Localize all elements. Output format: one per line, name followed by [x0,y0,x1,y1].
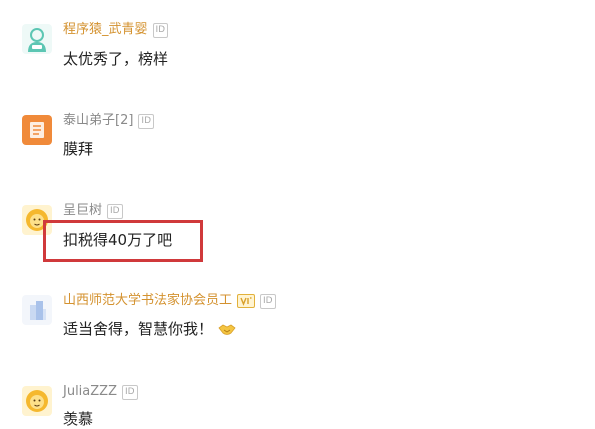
username[interactable]: 泰山弟子[2] [63,112,133,130]
comment-text: 羡慕 [63,410,94,428]
id-badge[interactable]: ID [107,203,123,219]
comment-text: 膜拜 [63,140,94,158]
comment-text-content: 适当舍得，智慧你我！ [63,320,214,338]
robot-icon [22,24,52,54]
username[interactable]: 呈巨树 [63,202,102,220]
id-badge[interactable]: ID [260,293,276,309]
avatar[interactable] [22,386,52,416]
avatar[interactable] [22,115,52,145]
id-badge[interactable]: ID [152,22,169,38]
comment-text: 适当舍得，智慧你我！ [63,319,236,342]
username[interactable]: 山西师范大学书法家协会员工 [63,292,232,310]
avatar[interactable] [22,24,52,54]
id-badge[interactable]: ID [138,113,155,129]
handshake-icon [218,321,236,342]
vip-icon [237,294,256,308]
lion-icon [22,386,52,416]
building-icon [22,295,52,325]
book-icon [22,115,52,145]
id-badge[interactable]: ID [121,384,138,400]
username[interactable]: JuliaZZZ [63,383,117,401]
username[interactable]: 程序猿_武青婴 [63,21,148,39]
avatar[interactable] [22,295,52,325]
comment-text: 太优秀了，榜样 [63,50,169,68]
highlight-box [43,220,203,262]
